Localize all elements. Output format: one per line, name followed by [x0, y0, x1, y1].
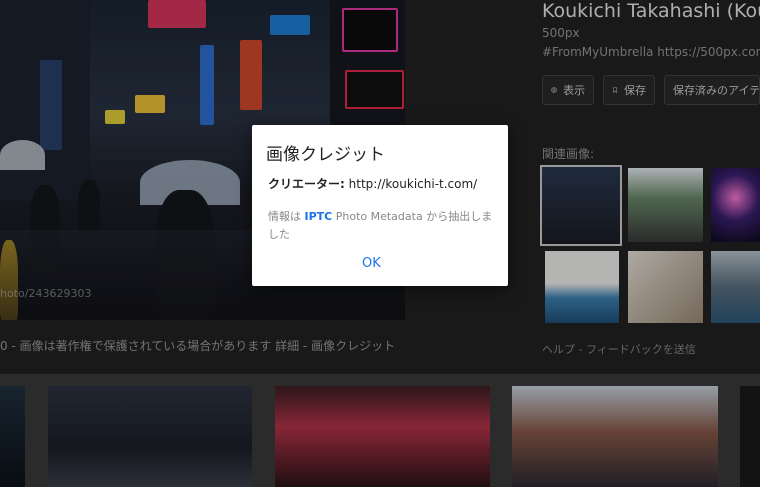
info-prefix: 情報は — [268, 210, 301, 223]
creator-line: クリエーター: http://koukichi-t.com/ — [268, 175, 477, 192]
metadata-info: 情報は IPTC Photo Metadata から抽出しました — [268, 208, 498, 244]
creator-label: クリエーター: — [268, 177, 345, 191]
iptc-link[interactable]: IPTC — [305, 210, 333, 223]
ok-button[interactable]: OK — [362, 256, 381, 271]
dialog-title: 画像クレジット — [266, 145, 385, 165]
info-suffix: Photo Metadata から抽出しました — [268, 210, 493, 241]
image-credit-dialog: 画像クレジット クリエーター: http://koukichi-t.com/ 情… — [252, 125, 508, 286]
creator-value: http://koukichi-t.com/ — [348, 177, 478, 191]
